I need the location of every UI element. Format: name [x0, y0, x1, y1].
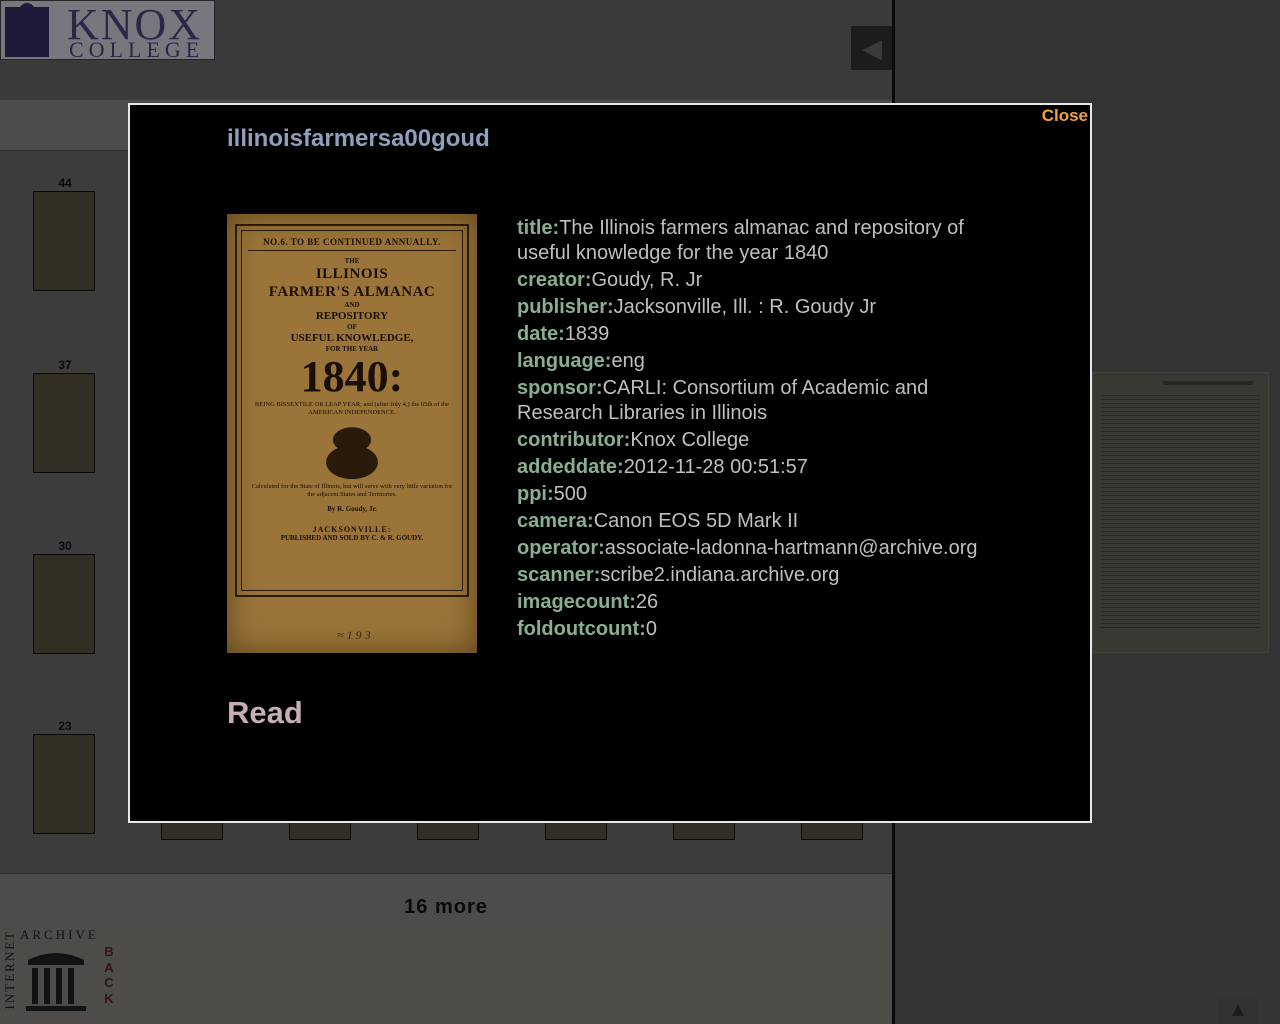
metadata-row-scanner: scanner:scribe2.indiana.archive.org — [517, 563, 987, 588]
metadata-row-sponsor: sponsor:CARLI: Consortium of Academic an… — [517, 376, 987, 426]
metadata-value: 26 — [635, 591, 659, 613]
cover-the: THE — [344, 257, 360, 265]
metadata-key: date: — [517, 323, 565, 345]
metadata-key: ppi: — [517, 483, 554, 505]
metadata-row-camera: camera:Canon EOS 5D Mark II — [517, 509, 987, 534]
metadata-row-title: title:The Illinois farmers almanac and r… — [517, 216, 987, 266]
metadata-row-ppi: ppi:500 — [517, 482, 987, 507]
handwritten-mark: ≈ 1 9 3 — [337, 628, 371, 642]
cover-text: NO.6. TO BE CONTINUED ANNUALLY. THE ILLI… — [241, 230, 463, 591]
read-button[interactable]: Read — [227, 695, 303, 731]
item-details-dialog: Close illinoisfarmersa00goud NO.6. TO BE… — [128, 103, 1092, 823]
metadata-key: imagecount: — [517, 591, 636, 613]
metadata-value: 0 — [645, 618, 657, 640]
metadata-row-language: language:eng — [517, 349, 987, 374]
item-identifier: illinoisfarmersa00goud — [227, 125, 490, 152]
cover-rule — [248, 250, 456, 251]
metadata-value: Goudy, R. Jr — [591, 269, 703, 291]
metadata-value: Jacksonville, Ill. : R. Goudy Jr — [613, 296, 876, 318]
metadata-row-imagecount: imagecount:26 — [517, 590, 987, 615]
metadata-value: scribe2.indiana.archive.org — [600, 564, 840, 586]
metadata-row-date: date:1839 — [517, 322, 987, 347]
metadata-list: title:The Illinois farmers almanac and r… — [517, 216, 987, 644]
cover-line-top: NO.6. TO BE CONTINUED ANNUALLY. — [263, 237, 441, 247]
metadata-key: operator: — [517, 537, 605, 559]
metadata-key: publisher: — [517, 296, 614, 318]
cover-published: PUBLISHED AND SOLD BY C. & R. GOUDY. — [280, 534, 424, 542]
cover-title2: FARMER'S ALMANAC — [268, 284, 436, 300]
metadata-key: sponsor: — [517, 377, 603, 399]
metadata-value: Knox College — [630, 429, 750, 451]
metadata-value: eng — [611, 350, 645, 372]
cover-title4: USEFUL KNOWLEDGE, — [290, 332, 414, 344]
metadata-value: 500 — [553, 483, 588, 505]
metadata-value: 2012-11-28 00:51:57 — [623, 456, 808, 478]
metadata-value: 1839 — [564, 323, 610, 345]
metadata-key: creator: — [517, 269, 592, 291]
metadata-row-publisher: publisher:Jacksonville, Ill. : R. Goudy … — [517, 295, 987, 320]
cover-bissextile: BEING BISSEXTILE OR LEAP YEAR, and (afte… — [254, 401, 450, 416]
cover-by: By R. Goudy, Jr. — [327, 505, 377, 513]
metadata-row-contributor: contributor:Knox College — [517, 428, 987, 453]
cover-place: JACKSONVILLE: — [312, 525, 392, 534]
metadata-value: Canon EOS 5D Mark II — [593, 510, 799, 532]
cover-title3: REPOSITORY — [315, 310, 389, 322]
metadata-value: associate-ladonna-hartmann@archive.org — [604, 537, 978, 559]
metadata-key: language: — [517, 350, 612, 372]
close-button[interactable]: Close — [1040, 106, 1090, 126]
cover-vignette-icon — [292, 423, 412, 479]
metadata-key: title: — [517, 217, 560, 239]
cover-frame: NO.6. TO BE CONTINUED ANNUALLY. THE ILLI… — [235, 224, 469, 597]
cover-and: AND — [344, 301, 360, 309]
metadata-key: camera: — [517, 510, 594, 532]
metadata-key: scanner: — [517, 564, 601, 586]
metadata-row-operator: operator:associate-ladonna-hartmann@arch… — [517, 536, 987, 561]
book-cover-image[interactable]: NO.6. TO BE CONTINUED ANNUALLY. THE ILLI… — [227, 214, 477, 653]
metadata-key: foldoutcount: — [517, 618, 646, 640]
metadata-key: addeddate: — [517, 456, 624, 478]
cover-title1: ILLINOIS — [315, 266, 389, 282]
metadata-row-foldoutcount: foldoutcount:0 — [517, 617, 987, 642]
metadata-row-addeddate: addeddate:2012-11-28 00:51:57 — [517, 455, 987, 480]
metadata-key: contributor: — [517, 429, 631, 451]
cover-of: OF — [347, 323, 357, 331]
metadata-row-creator: creator:Goudy, R. Jr — [517, 268, 987, 293]
cover-year: 1840: — [300, 352, 404, 401]
cover-calculated: Calculated for the State of Illinois, bu… — [251, 483, 453, 498]
metadata-value: The Illinois farmers almanac and reposit… — [517, 217, 964, 264]
